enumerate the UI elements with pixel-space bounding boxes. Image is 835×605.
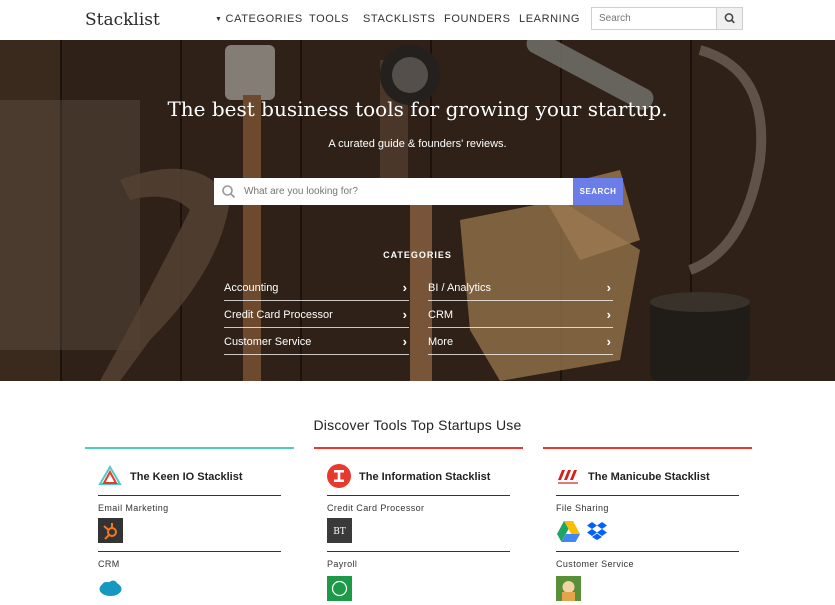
category-more[interactable]: More › [428, 329, 613, 355]
nav-search-button[interactable] [716, 8, 742, 29]
category-customer-service[interactable]: Customer Service › [224, 329, 409, 355]
card-accent-bar [314, 447, 523, 449]
chevron-right-icon: › [402, 334, 407, 349]
card-section-file-sharing: File Sharing [556, 503, 739, 552]
nav-learning[interactable]: LEARNING [519, 13, 580, 25]
card-section-payroll: Payroll [327, 559, 510, 601]
dropbox-icon[interactable] [585, 518, 610, 543]
chevron-right-icon: › [606, 334, 611, 349]
chevron-right-icon: › [402, 280, 407, 295]
caret-down-icon: ▼ [215, 16, 223, 23]
section-divider [98, 551, 281, 552]
section-category: Credit Card Processor [327, 503, 425, 513]
chevron-right-icon: › [402, 307, 407, 322]
discover-title: Discover Tools Top Startups Use [313, 417, 522, 433]
card-section-email-marketing: Email Marketing [98, 503, 281, 552]
card-section-credit-card-processor: Credit Card Processor BT [327, 503, 510, 552]
section-category: Payroll [327, 559, 358, 569]
card-header: The Manicube Stacklist [556, 466, 739, 496]
svg-text:BT: BT [333, 527, 346, 537]
nav-search-box [591, 7, 743, 30]
category-label: Customer Service [224, 336, 312, 348]
section-divider [327, 551, 510, 552]
google-drive-icon[interactable] [556, 518, 581, 543]
search-icon [724, 13, 735, 24]
nav-founders[interactable]: FOUNDERS [444, 13, 511, 25]
hubspot-icon[interactable] [98, 518, 123, 543]
card-header: The Keen IO Stacklist [98, 465, 281, 496]
hero-search-button[interactable]: SEARCH [573, 178, 623, 205]
site-logo[interactable]: Stacklist [85, 10, 160, 30]
card-section-customer-service: Customer Service [556, 559, 739, 601]
card-title: The Information Stacklist [359, 471, 491, 483]
chevron-right-icon: › [606, 280, 611, 295]
category-label: More [428, 336, 454, 348]
section-category: CRM [98, 559, 120, 569]
card-title: The Manicube Stacklist [588, 471, 710, 483]
section-category: Customer Service [556, 559, 634, 569]
category-label: Credit Card Processor [224, 309, 333, 321]
hero-banner: The best business tools for growing your… [0, 40, 835, 381]
section-category: File Sharing [556, 503, 609, 513]
category-label: Accounting [224, 282, 279, 294]
nav-tools[interactable]: TOOLS [309, 13, 349, 25]
hero-search-box: SEARCH [214, 178, 623, 205]
keen-io-logo-icon [98, 465, 122, 485]
card-accent-bar [543, 447, 752, 449]
chevron-right-icon: › [606, 307, 611, 322]
hero-title: The best business tools for growing your… [167, 97, 668, 121]
hero-search-input[interactable] [244, 178, 569, 205]
category-label: CRM [428, 309, 454, 321]
category-bi-analytics[interactable]: BI / Analytics › [428, 275, 613, 301]
category-label: BI / Analytics [428, 282, 491, 294]
nav-search-input[interactable] [592, 8, 717, 29]
manicube-logo-icon [558, 470, 578, 484]
zenpayroll-icon[interactable] [327, 576, 352, 601]
card-title: The Keen IO Stacklist [130, 471, 243, 483]
section-divider [556, 551, 739, 552]
nav-categories[interactable]: ▼ CATEGORIES [215, 13, 303, 25]
categories-heading: CATEGORIES [383, 250, 452, 260]
card-accent-bar [85, 447, 294, 449]
braintree-icon[interactable]: BT [327, 518, 352, 543]
nav-stacklists[interactable]: STACKLISTS [363, 13, 435, 25]
search-icon [222, 185, 236, 199]
top-navbar: Stacklist ▼ CATEGORIES TOOLS STACKLISTS F… [0, 0, 835, 40]
the-information-logo-icon [327, 464, 351, 488]
section-category: Email Marketing [98, 503, 169, 513]
hero-subtitle: A curated guide & founders' reviews. [328, 138, 507, 150]
hero-overlay [0, 40, 835, 381]
card-section-crm: CRM [98, 559, 281, 596]
category-credit-card-processor[interactable]: Credit Card Processor › [224, 302, 409, 328]
card-header: The Information Stacklist [327, 464, 510, 496]
category-accounting[interactable]: Accounting › [224, 275, 409, 301]
salesforce-icon[interactable] [98, 576, 123, 601]
zendesk-icon[interactable] [556, 576, 581, 601]
category-crm[interactable]: CRM › [428, 302, 613, 328]
